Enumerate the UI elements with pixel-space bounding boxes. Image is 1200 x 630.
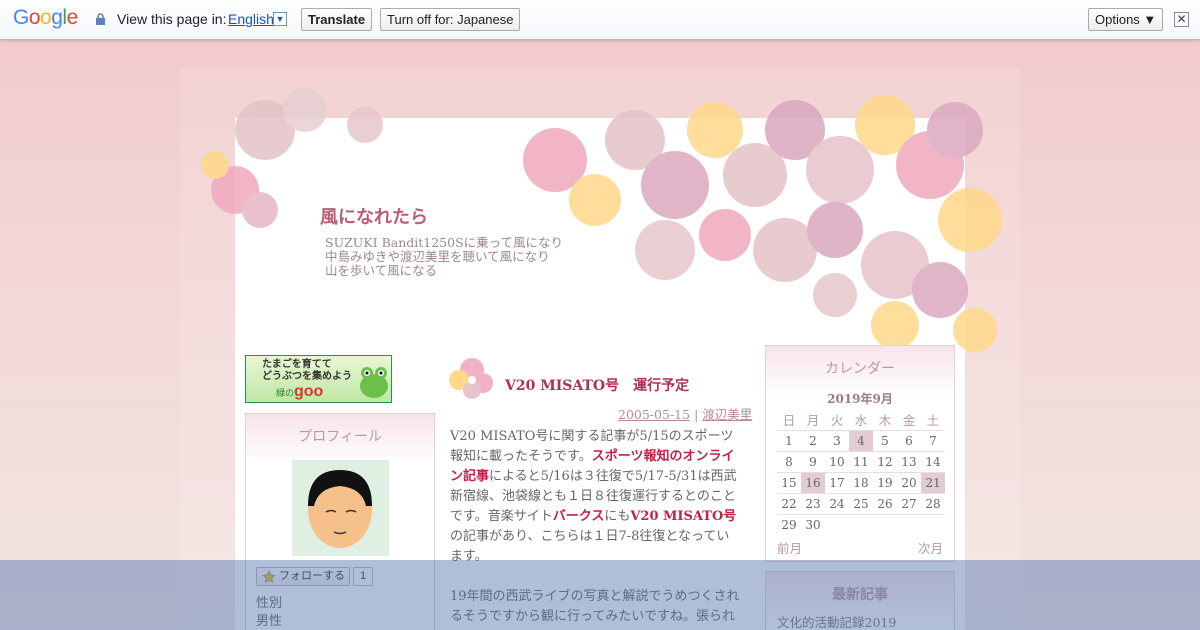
calendar-day: 23 <box>801 492 825 514</box>
calendar-prev-link[interactable]: 前月 <box>777 538 802 557</box>
logo-letter: o <box>28 6 41 29</box>
language-link[interactable]: English <box>228 11 274 27</box>
calendar-empty-cell <box>897 513 921 535</box>
goo-logo: goo <box>294 383 324 400</box>
calendar-day: 12 <box>873 450 897 472</box>
calendar-next-link[interactable]: 次月 <box>918 538 943 557</box>
calendar-empty-cell <box>873 513 897 535</box>
calendar-week-row: 22 23 24 25 26 27 28 <box>777 492 945 514</box>
banner-brand-prefix: 緑の <box>276 388 295 398</box>
calendar-week-row: 29 30 <box>777 513 945 535</box>
calendar-weekday: 土 <box>926 412 940 428</box>
calendar-day: 24 <box>825 492 849 514</box>
v20-misato-link[interactable]: V20 MISATO号 <box>630 509 736 524</box>
calendar-day: 11 <box>849 450 873 472</box>
barks-link[interactable]: バークス <box>553 509 605 524</box>
calendar-week-row: 8 9 10 11 12 13 14 <box>777 450 945 472</box>
calendar-day: 22 <box>777 492 801 514</box>
banner-text: たまごを育てて どうぶつを集めよう <box>262 359 352 382</box>
post-category-link[interactable]: 渡辺美里 <box>702 407 752 422</box>
language-dropdown-icon[interactable]: ▼ <box>273 12 287 26</box>
blossom-icon <box>449 358 493 399</box>
calendar-day: 8 <box>777 450 801 472</box>
calendar-day[interactable]: 4 <box>849 429 873 451</box>
calendar-day: 25 <box>849 492 873 514</box>
calendar-week-row: 15 16 17 18 19 20 21 <box>777 471 945 493</box>
cherry-blossom-header-decoration <box>201 88 1002 352</box>
calendar-day: 27 <box>897 492 921 514</box>
calendar-day: 10 <box>825 450 849 472</box>
post-title[interactable]: V20 MISATO号 運行予定 <box>505 375 689 395</box>
calendar-weekday-row: 日月火水木金土 <box>777 409 945 430</box>
calendar-title: カレンダー <box>825 361 895 377</box>
calendar-empty-cell <box>825 513 849 535</box>
calendar-day: 28 <box>921 492 945 514</box>
logo-letter: e <box>66 6 79 29</box>
calendar-day: 6 <box>897 429 921 451</box>
calendar-empty-cell <box>849 513 873 535</box>
logo-letter: o <box>40 6 52 29</box>
translate-bar: Google View this page in: English ▼ Tran… <box>0 0 1200 40</box>
options-button[interactable]: Options ▼ <box>1088 8 1164 31</box>
close-icon[interactable]: ✕ <box>1174 12 1189 27</box>
calendar-empty-cell <box>921 513 945 535</box>
calendar-day: 7 <box>921 429 945 451</box>
calendar-day: 9 <box>801 450 825 472</box>
logo-letter: G <box>13 6 29 29</box>
calendar-day: 13 <box>897 450 921 472</box>
calendar-weekday: 日 <box>782 412 796 428</box>
view-in-label: View this page in: <box>117 11 227 27</box>
calendar-day: 30 <box>801 513 825 535</box>
calendar-day: 20 <box>897 471 921 493</box>
calendar-day: 15 <box>777 471 801 493</box>
calendar-day: 18 <box>849 471 873 493</box>
calendar-day: 5 <box>873 429 897 451</box>
calendar-weekday: 木 <box>878 412 892 428</box>
calendar-day[interactable]: 21 <box>921 471 945 493</box>
logo-letter: g <box>51 6 63 29</box>
meta-separator: | <box>694 407 699 422</box>
calendar-box: カレンダー 2019年9月 日月火水木金土 1 2 3 4 5 6 7 8 9 10 11 12 13 14… <box>765 345 955 562</box>
calendar-grid: 日月火水木金土 1 2 3 4 5 6 7 8 9 10 11 12 13 14 15 16 17 18 19 20 21… <box>777 409 945 535</box>
calendar-weekday: 月 <box>806 412 820 428</box>
calendar-day: 14 <box>921 450 945 472</box>
profile-title: プロフィール <box>298 429 382 445</box>
frog-icon <box>360 367 388 398</box>
calendar-day: 29 <box>777 513 801 535</box>
post-paragraph: V20 MISATO号に関する記事が5/15のスポーツ報知に載ったそうです。スポ… <box>450 429 737 564</box>
goo-banner-ad[interactable]: たまごを育てて どうぶつを集めよう 緑の goo <box>245 355 392 403</box>
google-logo: Google <box>13 6 78 30</box>
calendar-day: 26 <box>873 492 897 514</box>
lock-icon <box>96 13 105 25</box>
avatar <box>292 460 389 556</box>
calendar-day: 17 <box>825 471 849 493</box>
calendar-day: 1 <box>777 429 801 451</box>
turn-off-button[interactable]: Turn off for: Japanese <box>380 8 521 31</box>
calendar-day[interactable]: 16 <box>801 471 825 493</box>
post-meta: 2005-05-15 | 渡辺美里 <box>618 404 752 423</box>
avatar-face-icon <box>308 470 372 548</box>
post-date-link[interactable]: 2005-05-15 <box>618 407 690 422</box>
calendar-weekday: 水 <box>854 412 868 428</box>
blog-description: SUZUKI Bandit1250Sに乗って風になり 中島みゆきや渡辺美里を聴い… <box>325 235 564 278</box>
blog-title[interactable]: 風になれたら <box>320 203 428 229</box>
calendar-weekday: 火 <box>830 412 844 428</box>
calendar-day: 2 <box>801 429 825 451</box>
calendar-weekday: 金 <box>902 412 916 428</box>
calendar-month: 2019年9月 <box>827 392 893 406</box>
calendar-week-row: 1234567 <box>777 429 945 451</box>
calendar-day: 3 <box>825 429 849 451</box>
bottom-overlay <box>0 560 1200 630</box>
calendar-day: 19 <box>873 471 897 493</box>
translate-button[interactable]: Translate <box>301 8 373 31</box>
